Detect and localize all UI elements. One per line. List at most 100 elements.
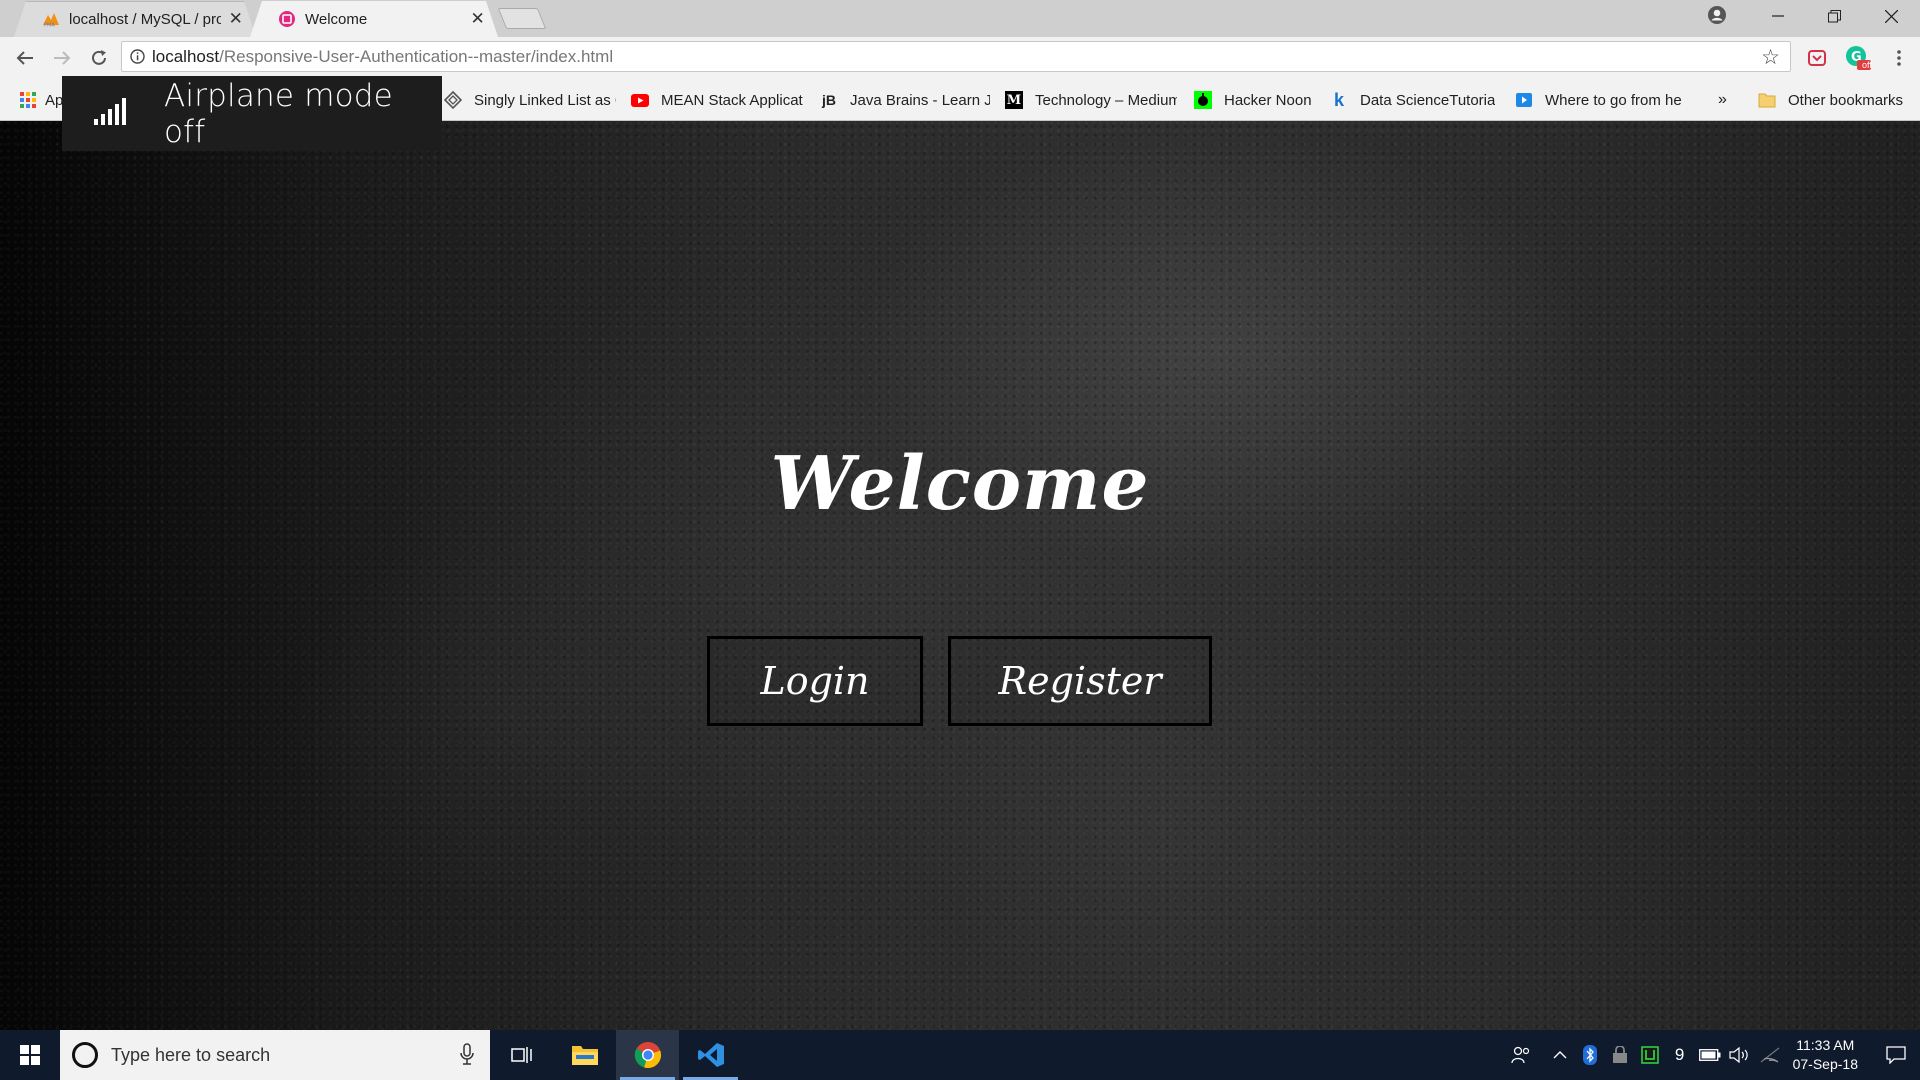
vscode-icon bbox=[697, 1043, 724, 1067]
volume-icon[interactable] bbox=[1725, 1030, 1755, 1080]
register-button[interactable]: Register bbox=[948, 636, 1212, 726]
battery-icon[interactable] bbox=[1695, 1030, 1725, 1080]
grammarly-badge: off bbox=[1862, 60, 1872, 70]
signal-strength-icon bbox=[94, 97, 126, 130]
bookmark-star-icon[interactable]: ☆ bbox=[1761, 45, 1780, 70]
bluetooth-icon[interactable] bbox=[1575, 1030, 1605, 1080]
bookmark-label: MEAN Stack Applicat bbox=[661, 91, 803, 109]
vscode-taskbar-button[interactable] bbox=[679, 1030, 742, 1080]
windows-taskbar: Type here to search 9 11:33 AM 07-Sep-18 bbox=[0, 1030, 1920, 1080]
medium-icon: M bbox=[1005, 91, 1023, 109]
url-host: localhost bbox=[152, 46, 220, 66]
forward-arrow-icon bbox=[54, 51, 71, 65]
close-icon[interactable]: ✕ bbox=[469, 9, 486, 29]
bookmark-hacker-noon[interactable]: Hacker Noon bbox=[1194, 79, 1314, 121]
bookmark-data-science[interactable]: k Data ScienceTutorial bbox=[1330, 79, 1495, 121]
taskbar-search-box[interactable]: Type here to search bbox=[60, 1030, 490, 1080]
minimize-button[interactable] bbox=[1749, 0, 1806, 32]
action-center-button[interactable] bbox=[1872, 1030, 1920, 1080]
bookmark-where-to-go[interactable]: Where to go from he bbox=[1515, 79, 1683, 121]
people-icon[interactable] bbox=[1497, 1030, 1545, 1080]
chrome-icon bbox=[634, 1042, 661, 1069]
lock-icon[interactable] bbox=[1605, 1030, 1635, 1080]
svg-text:PMA: PMA bbox=[44, 23, 55, 28]
window-controls bbox=[1749, 0, 1920, 32]
new-tab-button[interactable] bbox=[497, 8, 547, 29]
file-explorer-taskbar-button[interactable] bbox=[553, 1030, 616, 1080]
tab-welcome[interactable]: Welcome ✕ bbox=[250, 1, 498, 37]
folder-icon bbox=[571, 1046, 598, 1065]
page-viewport: Welcome Login Register bbox=[0, 121, 1920, 1030]
bookmark-technology-medium[interactable]: M Technology – Medium bbox=[1005, 79, 1177, 121]
notification-icon bbox=[1886, 1046, 1906, 1064]
tray-count[interactable]: 9 bbox=[1665, 1030, 1695, 1080]
restore-button[interactable] bbox=[1806, 0, 1863, 32]
back-arrow-icon bbox=[16, 51, 33, 65]
toast-text: Airplane mode off bbox=[164, 77, 393, 150]
green-app-icon[interactable] bbox=[1635, 1030, 1665, 1080]
windows-logo-icon bbox=[20, 1045, 40, 1065]
browser-toolbar: localhost/Responsive-User-Authentication… bbox=[0, 37, 1920, 79]
folder-icon bbox=[1758, 91, 1776, 109]
more-bookmarks-chevron[interactable]: » bbox=[1718, 79, 1738, 121]
page-title: Welcome bbox=[770, 441, 1150, 527]
tab-strip: PMA localhost / MySQL / proje ✕ Welcome … bbox=[0, 0, 1920, 37]
url-path: /Responsive-User-Authentication--master/… bbox=[219, 46, 614, 66]
grammarly-icon[interactable]: G off bbox=[1841, 41, 1875, 75]
system-tray: 9 11:33 AM 07-Sep-18 bbox=[1497, 1030, 1920, 1080]
reload-button[interactable] bbox=[82, 41, 116, 75]
extension-icons: G off bbox=[1793, 41, 1920, 75]
cortana-icon bbox=[72, 1042, 98, 1068]
task-view-button[interactable] bbox=[490, 1030, 553, 1080]
clock[interactable]: 11:33 AM 07-Sep-18 bbox=[1793, 1036, 1858, 1074]
chrome-taskbar-button[interactable] bbox=[616, 1030, 679, 1080]
task-view-icon bbox=[510, 1047, 532, 1063]
clock-date: 07-Sep-18 bbox=[1792, 1056, 1858, 1072]
tab-phpmyadmin[interactable]: PMA localhost / MySQL / proje ✕ bbox=[14, 1, 256, 37]
bookmark-label: Other bookmarks bbox=[1788, 91, 1904, 109]
search-placeholder: Type here to search bbox=[111, 1044, 271, 1065]
diamond-icon bbox=[444, 91, 462, 109]
bookmark-singly-linked-list[interactable]: Singly Linked List as C bbox=[444, 79, 616, 121]
bookmark-label: Hacker Noon bbox=[1224, 91, 1312, 109]
hackernoon-icon bbox=[1194, 91, 1212, 109]
close-icon[interactable]: ✕ bbox=[227, 9, 244, 29]
bookmark-label: Java Brains - Learn Ja bbox=[850, 91, 990, 109]
bookmark-java-brains[interactable]: jB Java Brains - Learn Ja bbox=[820, 79, 990, 121]
youtube-icon bbox=[631, 91, 649, 109]
tab-title: localhost / MySQL / proje bbox=[69, 10, 222, 28]
pocket-icon[interactable] bbox=[1800, 41, 1834, 75]
profile-icon[interactable] bbox=[1707, 5, 1727, 25]
bookmark-label: Where to go from he bbox=[1545, 91, 1682, 109]
bookmark-label: Technology – Medium bbox=[1035, 91, 1177, 109]
login-button[interactable]: Login bbox=[707, 636, 923, 726]
bookmark-label: » bbox=[1718, 91, 1727, 108]
info-icon[interactable] bbox=[122, 49, 152, 64]
bookmark-label: Ap bbox=[45, 91, 64, 109]
kdnuggets-icon: k bbox=[1333, 89, 1344, 110]
phpmyadmin-icon: PMA bbox=[42, 10, 60, 28]
chevron-up-icon[interactable] bbox=[1545, 1030, 1575, 1080]
bookmark-label: Data ScienceTutorial bbox=[1360, 91, 1495, 109]
microphone-icon[interactable] bbox=[460, 1043, 474, 1070]
menu-kebab-icon[interactable] bbox=[1882, 41, 1916, 75]
address-bar[interactable]: localhost/Responsive-User-Authentication… bbox=[121, 41, 1791, 72]
tab-title: Welcome bbox=[305, 10, 368, 28]
background-texture bbox=[0, 121, 1920, 1030]
back-button[interactable] bbox=[8, 41, 42, 75]
reload-icon bbox=[92, 50, 106, 65]
airplane-mode-toast: Airplane mode off bbox=[62, 76, 442, 151]
welcome-favicon-icon bbox=[278, 10, 296, 28]
bookmark-label: Singly Linked List as C bbox=[474, 91, 616, 109]
wifi-icon[interactable] bbox=[1755, 1030, 1785, 1080]
start-button[interactable] bbox=[0, 1030, 60, 1080]
jb-icon: jB bbox=[822, 92, 836, 108]
forward-button[interactable] bbox=[45, 41, 79, 75]
url-text: localhost/Responsive-User-Authentication… bbox=[152, 47, 613, 67]
bookmark-other-bookmarks[interactable]: Other bookmarks bbox=[1758, 79, 1918, 121]
clock-time: 11:33 AM bbox=[1796, 1037, 1855, 1053]
apps-grid-icon bbox=[19, 91, 37, 109]
play-icon bbox=[1515, 91, 1533, 109]
bookmark-mean-stack[interactable]: MEAN Stack Applicat bbox=[631, 79, 803, 121]
close-window-button[interactable] bbox=[1863, 0, 1920, 32]
